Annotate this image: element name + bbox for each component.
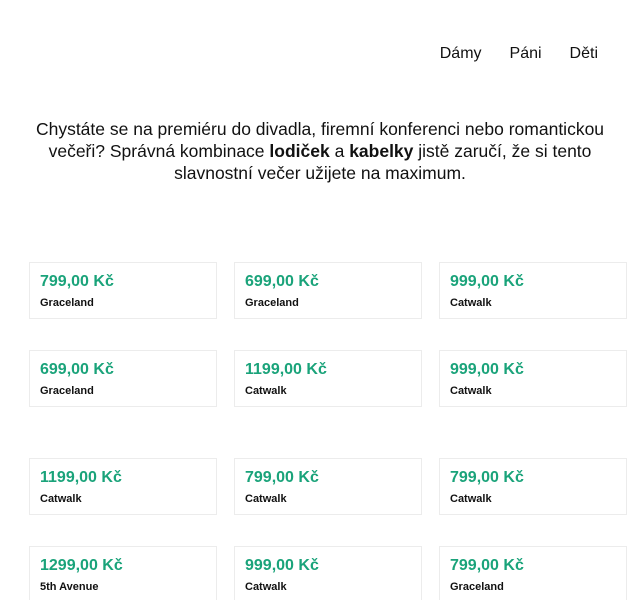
product-brand: Catwalk bbox=[450, 385, 492, 397]
product-brand: Graceland bbox=[40, 385, 94, 397]
main-nav: Dámy Páni Děti bbox=[412, 44, 598, 64]
product-price: 999,00 Kč bbox=[450, 273, 524, 290]
intro-keyword-kabelky: kabelky bbox=[349, 141, 414, 161]
product-price: 799,00 Kč bbox=[450, 557, 524, 574]
intro-keyword-lodicek: lodiček bbox=[269, 141, 330, 161]
product-card[interactable]: 1199,00 Kč Catwalk bbox=[234, 350, 422, 407]
product-brand: Catwalk bbox=[40, 493, 82, 505]
product-price: 699,00 Kč bbox=[245, 273, 319, 290]
intro-text: Chystáte se na premiéru do divadla, fire… bbox=[20, 118, 620, 184]
product-brand: Catwalk bbox=[245, 493, 287, 505]
product-card[interactable]: 799,00 Kč Graceland bbox=[29, 262, 217, 319]
product-price: 699,00 Kč bbox=[40, 361, 114, 378]
product-price: 799,00 Kč bbox=[40, 273, 114, 290]
intro-text-part: a bbox=[329, 141, 350, 161]
product-price: 1299,00 Kč bbox=[40, 557, 123, 574]
product-card[interactable]: 999,00 Kč Catwalk bbox=[234, 546, 422, 600]
product-brand: Catwalk bbox=[450, 493, 492, 505]
product-price: 799,00 Kč bbox=[450, 469, 524, 486]
product-card[interactable]: 699,00 Kč Graceland bbox=[29, 350, 217, 407]
product-brand: Graceland bbox=[245, 297, 299, 309]
product-brand: Graceland bbox=[40, 297, 94, 309]
product-brand: Catwalk bbox=[245, 385, 287, 397]
product-card[interactable]: 699,00 Kč Graceland bbox=[234, 262, 422, 319]
nav-link-deti[interactable]: Děti bbox=[570, 44, 598, 64]
page: Dámy Páni Děti Chystáte se na premiéru d… bbox=[0, 0, 640, 600]
product-price: 1199,00 Kč bbox=[40, 469, 122, 486]
product-card[interactable]: 799,00 Kč Graceland bbox=[439, 546, 627, 600]
product-card[interactable]: 999,00 Kč Catwalk bbox=[439, 262, 627, 319]
product-brand: Catwalk bbox=[450, 297, 492, 309]
product-price: 799,00 Kč bbox=[245, 469, 319, 486]
product-card[interactable]: 999,00 Kč Catwalk bbox=[439, 350, 627, 407]
nav-link-damy[interactable]: Dámy bbox=[440, 44, 482, 64]
product-price: 999,00 Kč bbox=[450, 361, 524, 378]
product-brand: Graceland bbox=[450, 581, 504, 593]
nav-link-pani[interactable]: Páni bbox=[510, 44, 542, 64]
product-card[interactable]: 799,00 Kč Catwalk bbox=[234, 458, 422, 515]
product-card[interactable]: 1299,00 Kč 5th Avenue bbox=[29, 546, 217, 600]
product-price: 999,00 Kč bbox=[245, 557, 319, 574]
product-price: 1199,00 Kč bbox=[245, 361, 327, 378]
product-card[interactable]: 799,00 Kč Catwalk bbox=[439, 458, 627, 515]
product-card[interactable]: 1199,00 Kč Catwalk bbox=[29, 458, 217, 515]
product-brand: Catwalk bbox=[245, 581, 287, 593]
product-brand: 5th Avenue bbox=[40, 581, 99, 593]
